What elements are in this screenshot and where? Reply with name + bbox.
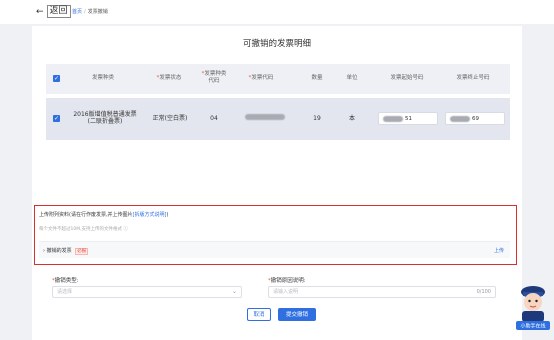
breadcrumb-home[interactable]: 首页 (72, 9, 82, 15)
back-button[interactable]: ← 返回 (36, 5, 71, 18)
select-all-checkbox[interactable]: ✓ (53, 75, 60, 82)
top-bar: ← 返回 首页 / 发票撤销 (0, 0, 554, 24)
breadcrumb: 首页 / 发票撤销 (72, 8, 108, 15)
start-number-input[interactable]: 51 (378, 112, 438, 125)
back-label: 返回 (46, 5, 71, 18)
header-status: *发票状态 (156, 75, 182, 81)
cell-type: 2016版增值税普通发票(二联折叠票) (73, 111, 137, 125)
assistant-avatar[interactable]: 小助手在线 (514, 280, 552, 332)
upload-item-label: 撤销的发票 (46, 248, 72, 254)
upload-item: › 撤销的发票 必报 上传 (39, 241, 510, 258)
cell-status: 正常(空白票) (152, 115, 188, 122)
info-icon[interactable]: ⓘ (123, 227, 128, 232)
breadcrumb-separator: / (84, 9, 86, 15)
header-quantity: 数量 (311, 75, 323, 81)
header-start-number: 发票起始号码 (390, 75, 424, 81)
cell-unit: 本 (348, 115, 355, 122)
format-guide-link[interactable]: [拆版方式说明] (133, 212, 167, 218)
upload-title: 上传附列资料(请在行作废发票,并上传图片[拆版方式说明]) (39, 212, 169, 218)
char-count: 0/100 (476, 289, 491, 295)
cell-quantity: 19 (313, 115, 321, 122)
back-arrow-icon: ← (36, 6, 44, 17)
submit-revoke-button[interactable]: 提交撤销 (278, 308, 316, 321)
header-type: 发票种类 (91, 75, 114, 81)
table-header: ✓ 发票种类 *发票状态 *发票种类代码 *发票代码 数量 单位 发票起始号码 … (46, 64, 510, 94)
upload-button[interactable]: 上传 (494, 247, 504, 254)
page-title: 可撤销的发票明细 (242, 39, 311, 49)
cancel-button[interactable]: 取消 (247, 308, 271, 321)
cell-type-code: 04 (210, 115, 218, 122)
assistant-label: 小助手在线 (520, 323, 545, 330)
revoke-type-select[interactable]: 请选择 ⌄ (52, 286, 242, 298)
table-row[interactable]: ✓ 2016版增值税普通发票(二联折叠票) 正常(空白票) 04 19 本 51… (46, 98, 510, 140)
chevron-right-icon[interactable]: › (43, 248, 45, 254)
chevron-down-icon: ⌄ (231, 288, 237, 295)
cell-invoice-code-redacted (242, 114, 288, 122)
revoke-type-label: *撤销类型: (52, 278, 79, 284)
attachment-upload-section: 上传附列资料(请在行作废发票,并上传图片[拆版方式说明]) 每个文件不超过10M… (34, 205, 517, 265)
header-type-code: *发票种类代码 (201, 71, 227, 84)
header-unit: 单位 (346, 75, 358, 81)
breadcrumb-current: 发票撤销 (87, 9, 108, 15)
revoke-reason-label: *撤销原因说明: (268, 278, 306, 284)
required-badge: 必报 (75, 248, 89, 255)
end-number-input[interactable]: 69 (445, 112, 505, 125)
upload-hint: 每个文件不超过10M,支持上传的文件格式 ⓘ (39, 227, 128, 232)
header-invoice-code: *发票代码 (248, 75, 274, 81)
header-end-number: 发票终止号码 (456, 75, 490, 81)
revoke-reason-input[interactable]: 请输入说明 0/100 (268, 286, 496, 298)
row-checkbox[interactable]: ✓ (53, 115, 60, 122)
